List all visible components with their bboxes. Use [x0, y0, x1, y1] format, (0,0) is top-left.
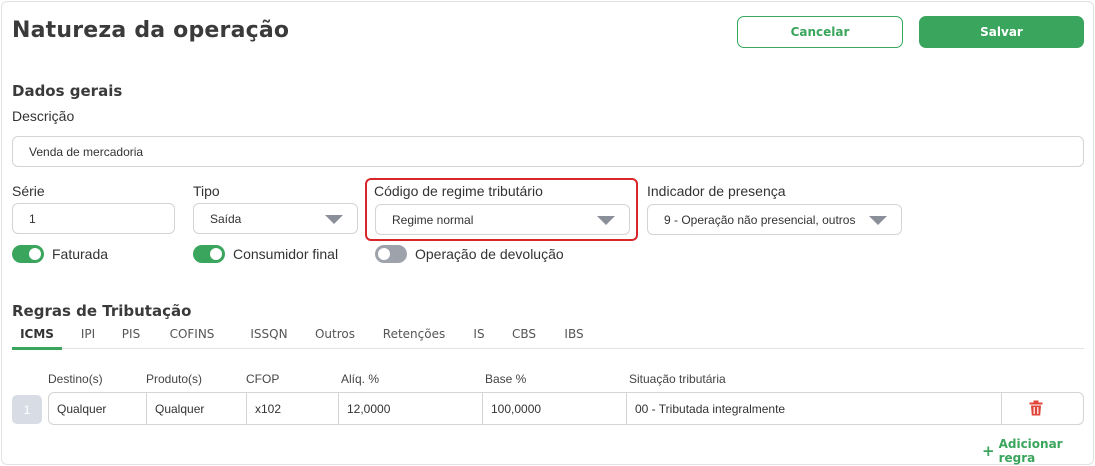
tipo-label: Tipo	[193, 183, 220, 199]
tab-icms[interactable]: ICMS	[12, 327, 62, 350]
description-value: Venda de mercadoria	[29, 144, 144, 159]
devolucao-toggle-row[interactable]: Operação de devolução	[375, 245, 564, 263]
tab-retencoes[interactable]: Retenções	[382, 327, 446, 349]
situacao-cell[interactable]: 00 - Tributada integralmente	[627, 393, 1002, 424]
add-rule-label: Adicionar regra	[998, 437, 1063, 465]
presenca-label: Indicador de presença	[647, 183, 786, 199]
row-index-badge: 1	[12, 395, 42, 424]
description-label: Descrição	[12, 108, 75, 124]
column-header-produto: Produto(s)	[146, 372, 203, 386]
chevron-down-icon	[325, 214, 343, 224]
destino-cell[interactable]: Qualquer	[49, 393, 147, 424]
tab-ibs[interactable]: IBS	[562, 327, 586, 349]
add-rule-button[interactable]: + Adicionar regra	[982, 437, 1093, 465]
description-input[interactable]: Venda de mercadoria	[12, 136, 1084, 167]
toggle-knob	[378, 248, 390, 260]
tab-pis[interactable]: PIS	[117, 327, 145, 349]
trash-icon[interactable]	[1029, 400, 1043, 416]
faturada-toggle[interactable]	[12, 245, 44, 263]
page-title: Natureza da operação	[12, 18, 290, 43]
crt-highlight-frame	[365, 178, 638, 241]
tab-cofins[interactable]: COFINS	[167, 327, 217, 349]
general-section-title: Dados gerais	[12, 82, 123, 100]
serie-input[interactable]: 1	[12, 203, 175, 234]
tipo-select[interactable]: Saída	[193, 203, 358, 234]
tab-issqn[interactable]: ISSQN	[248, 327, 290, 349]
consumidor-final-toggle[interactable]	[193, 245, 225, 263]
tab-is[interactable]: IS	[471, 327, 487, 349]
column-header-destino: Destino(s)	[48, 372, 103, 386]
plus-icon: +	[982, 442, 995, 460]
tipo-value: Saída	[210, 211, 242, 226]
serie-value: 1	[29, 211, 36, 226]
tab-outros[interactable]: Outros	[314, 327, 356, 349]
table-row: Qualquer Qualquer x102 12,0000 100,0000 …	[48, 392, 1084, 425]
consumidor-final-label: Consumidor final	[233, 246, 339, 262]
tab-ipi[interactable]: IPI	[78, 327, 98, 349]
tab-cbs[interactable]: CBS	[510, 327, 538, 349]
cancel-button[interactable]: Cancelar	[737, 16, 903, 48]
column-header-aliquota: Alíq. %	[341, 372, 380, 386]
aliquota-cell[interactable]: 12,0000	[339, 393, 483, 424]
produto-cell[interactable]: Qualquer	[147, 393, 247, 424]
tax-tabs: ICMS IPI PIS COFINS ISSQN Outros Retençõ…	[12, 327, 1084, 350]
column-header-situacao: Situação tributária	[629, 372, 726, 386]
column-header-base: Base %	[485, 372, 527, 386]
devolucao-label: Operação de devolução	[415, 246, 564, 262]
faturada-label: Faturada	[52, 246, 109, 262]
rules-section-title: Regras de Tributação	[12, 302, 192, 320]
presenca-select[interactable]: 9 - Operação não presencial, outros	[647, 204, 902, 235]
save-button[interactable]: Salvar	[919, 16, 1084, 48]
toggle-knob	[29, 248, 41, 260]
base-cell[interactable]: 100,0000	[483, 393, 627, 424]
consumidor-final-toggle-row[interactable]: Consumidor final	[193, 245, 338, 263]
column-header-cfop: CFOP	[246, 372, 280, 386]
toggle-knob	[210, 248, 222, 260]
serie-label: Série	[12, 183, 45, 199]
presenca-value: 9 - Operação não presencial, outros	[664, 212, 856, 227]
cfop-cell[interactable]: x102	[247, 393, 339, 424]
form-panel: Natureza da operação Cancelar Salvar Dad…	[1, 1, 1094, 465]
faturada-toggle-row[interactable]: Faturada	[12, 245, 108, 263]
devolucao-toggle[interactable]	[375, 245, 407, 263]
chevron-down-icon	[869, 215, 887, 225]
